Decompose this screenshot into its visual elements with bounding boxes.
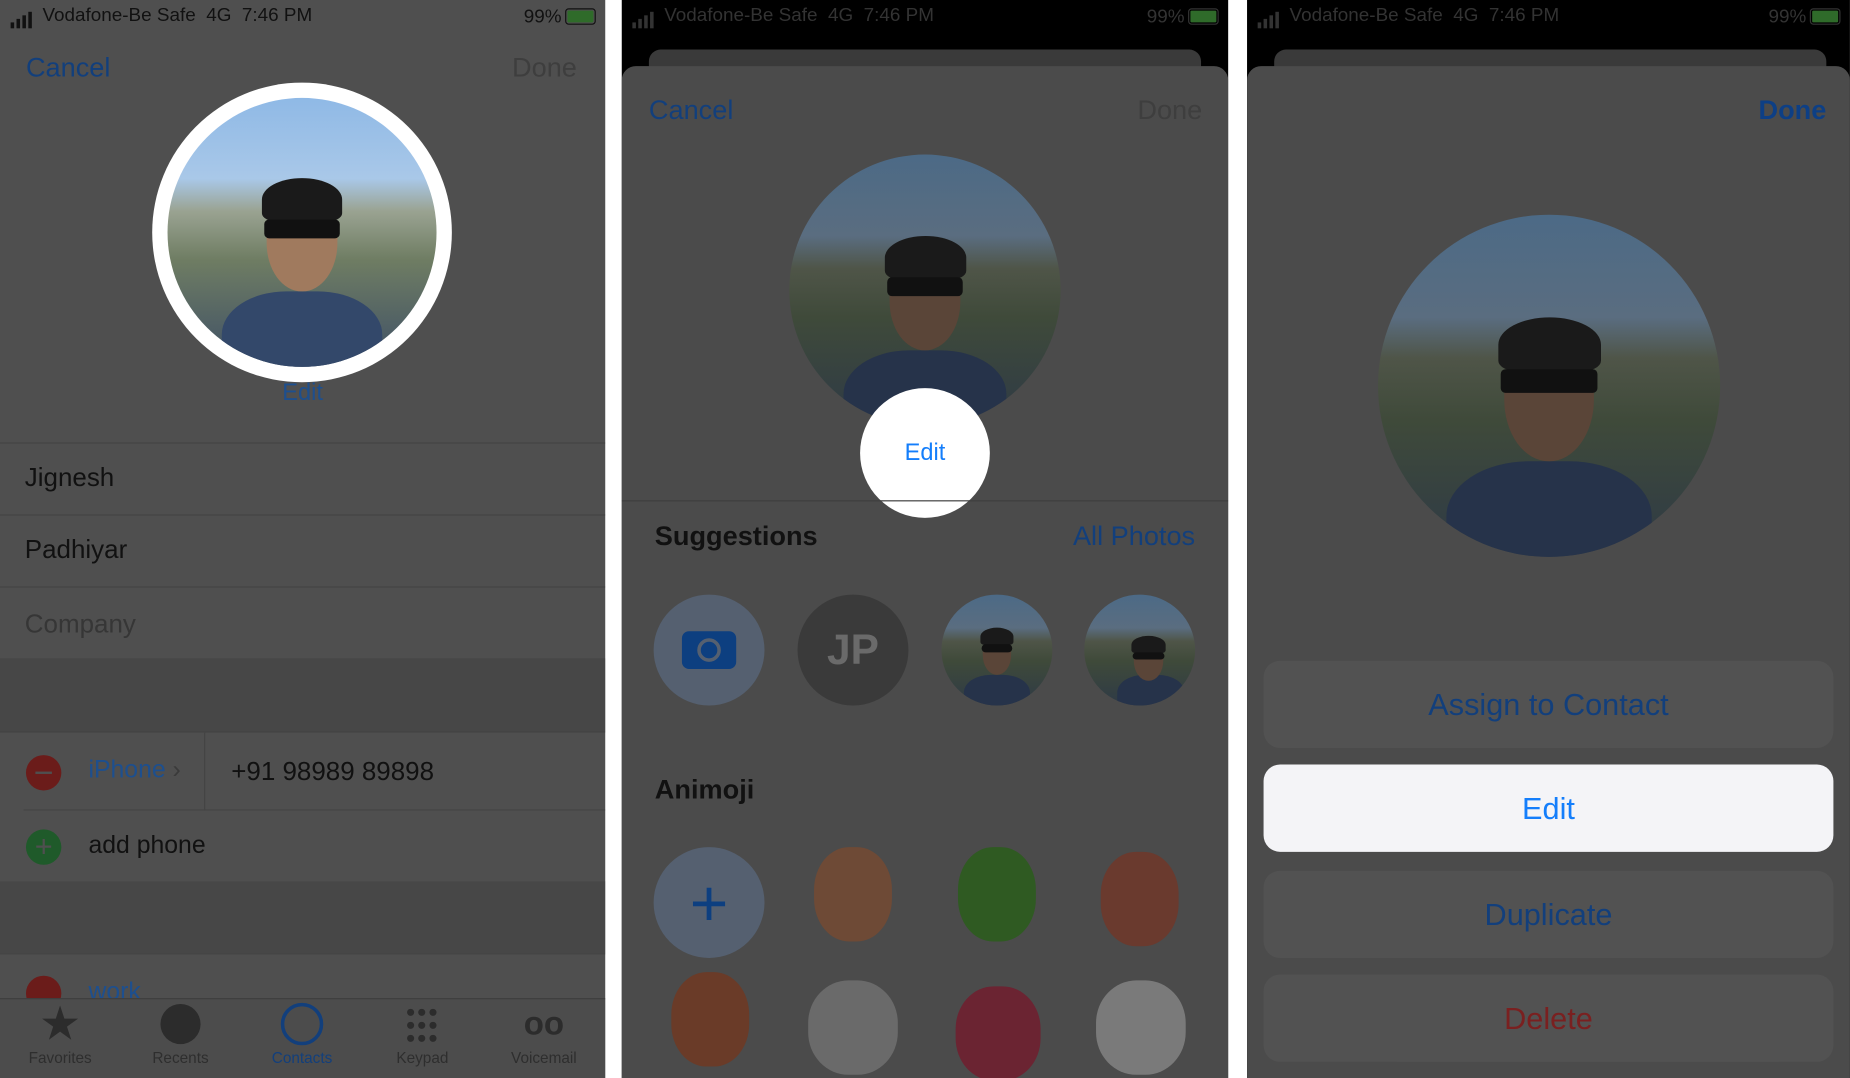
time: 7:46 PM: [241, 5, 313, 26]
suggested-photo[interactable]: [1084, 594, 1196, 706]
camera-icon: [681, 631, 737, 669]
add-phone-row[interactable]: + add phone: [23, 809, 606, 882]
assign-to-contact-button[interactable]: Assign to Contact: [1263, 660, 1834, 748]
plus-icon: +: [689, 865, 729, 940]
star-icon: ★: [39, 998, 82, 1051]
carrier: Vodafone-Be Safe: [42, 5, 196, 26]
edit-photo-link[interactable]: Edit: [0, 380, 605, 407]
suggested-photo[interactable]: [941, 594, 1053, 706]
tab-label: Favorites: [28, 1048, 92, 1067]
done-button[interactable]: Done: [1758, 94, 1826, 126]
status-bar: Vodafone-Be Safe 4G 7:46 PM 99%: [622, 5, 1228, 31]
battery-percent: 99%: [523, 7, 562, 28]
delete-button[interactable]: Delete: [1263, 974, 1834, 1062]
time: 7:46 PM: [863, 5, 934, 26]
tab-label: Recents: [152, 1048, 209, 1067]
signal-icon: [1257, 11, 1284, 29]
carrier: Vodafone-Be Safe: [1289, 5, 1443, 26]
battery-icon: [1809, 8, 1841, 25]
first-name-field[interactable]: Jignesh: [25, 462, 114, 493]
phone-label: iPhone: [88, 756, 166, 784]
photo-picker-panel: Vodafone-Be Safe 4G 7:46 PM 99% Cancel D…: [621, 0, 1229, 1078]
done-button[interactable]: Done: [512, 52, 577, 84]
camera-button[interactable]: [653, 594, 765, 706]
monogram-button[interactable]: JP: [797, 594, 909, 706]
time: 7:46 PM: [1488, 5, 1560, 26]
animoji-green-face[interactable]: [957, 847, 1036, 942]
clock-icon: [122, 999, 240, 1049]
signal-icon: [632, 11, 658, 29]
section-gap: [0, 658, 606, 732]
company-field[interactable]: Company: [25, 609, 136, 640]
animoji-title: Animoji: [654, 773, 755, 805]
edit-button[interactable]: Edit: [860, 388, 990, 518]
add-phone-label: add phone: [88, 831, 206, 859]
current-photo: [789, 154, 1061, 426]
phone-row: iPhone › +91 98989 89898: [0, 731, 606, 811]
network: 4G: [1453, 5, 1479, 26]
actions-sheet: Done Assign to Contact Edit Duplicate De…: [1247, 66, 1850, 1078]
carrier: Vodafone-Be Safe: [664, 5, 818, 26]
battery-percent: 99%: [1146, 7, 1185, 28]
battery-percent: 99%: [1768, 7, 1807, 28]
signal-icon: [10, 11, 37, 29]
animoji-cow[interactable]: [1096, 980, 1186, 1075]
tab-label: Contacts: [271, 1048, 333, 1067]
animoji-octopus[interactable]: [955, 986, 1041, 1078]
contact-photo[interactable]: [167, 97, 437, 367]
tab-label: Keypad: [396, 1048, 449, 1067]
phone-label-selector[interactable]: iPhone ›: [88, 756, 180, 784]
edit-button[interactable]: Edit: [1263, 764, 1834, 852]
tab-keypad[interactable]: ●●● ●●● ●●● Keypad: [363, 999, 481, 1066]
network: 4G: [827, 5, 854, 26]
voicemail-icon: oo: [523, 1005, 565, 1042]
status-bar: Vodafone-Be Safe 4G 7:46 PM 99%: [0, 5, 605, 31]
done-button[interactable]: Done: [1137, 94, 1202, 126]
keypad-icon: ●●● ●●● ●●●: [405, 1001, 440, 1046]
suggestions-title: Suggestions: [654, 520, 818, 551]
tab-favorites[interactable]: ★ Favorites: [1, 998, 119, 1067]
person-circle-icon: [243, 999, 361, 1049]
tab-voicemail[interactable]: oo Voicemail: [485, 999, 603, 1066]
email-row: work: [0, 953, 606, 1012]
cancel-button[interactable]: Cancel: [649, 94, 733, 126]
phone-number-field[interactable]: +91 98989 89898: [231, 756, 434, 787]
battery-icon: [565, 8, 596, 25]
animoji-mouse[interactable]: [808, 980, 898, 1075]
contact-edit-panel: Vodafone-Be Safe 4G 7:46 PM 99% Cancel D…: [0, 0, 606, 1078]
duplicate-button[interactable]: Duplicate: [1263, 870, 1834, 958]
tab-bar: ★ Favorites Recents Contacts ●●● ●●● ●●● Key…: [0, 998, 606, 1078]
tab-label: Voicemail: [511, 1048, 577, 1067]
status-bar: Vodafone-Be Safe 4G 7:46 PM 99%: [1247, 5, 1850, 31]
network: 4G: [206, 5, 232, 26]
battery-icon: [1188, 8, 1219, 25]
tab-recents[interactable]: Recents: [122, 999, 240, 1067]
section-gap: [0, 881, 606, 954]
photo-actions-panel: Vodafone-Be Safe 4G 7:46 PM 99% Done Ass…: [1247, 0, 1850, 1078]
last-name-field[interactable]: Padhiyar: [25, 534, 127, 565]
picker-sheet: Cancel Done Edit Suggestions All Photos …: [621, 66, 1229, 1078]
cancel-button[interactable]: Cancel: [26, 52, 110, 84]
animoji-braids[interactable]: [1100, 851, 1179, 947]
remove-phone-icon[interactable]: [25, 755, 62, 791]
animoji-boy-glasses[interactable]: [814, 847, 892, 942]
all-photos-link[interactable]: All Photos: [1073, 520, 1195, 552]
add-icon: +: [25, 829, 62, 865]
selected-photo: [1378, 214, 1721, 557]
animoji-redhead[interactable]: [671, 972, 750, 1067]
chevron-right-icon: ›: [172, 756, 181, 784]
add-animoji-button[interactable]: +: [653, 847, 765, 958]
tab-contacts[interactable]: Contacts: [243, 999, 361, 1067]
